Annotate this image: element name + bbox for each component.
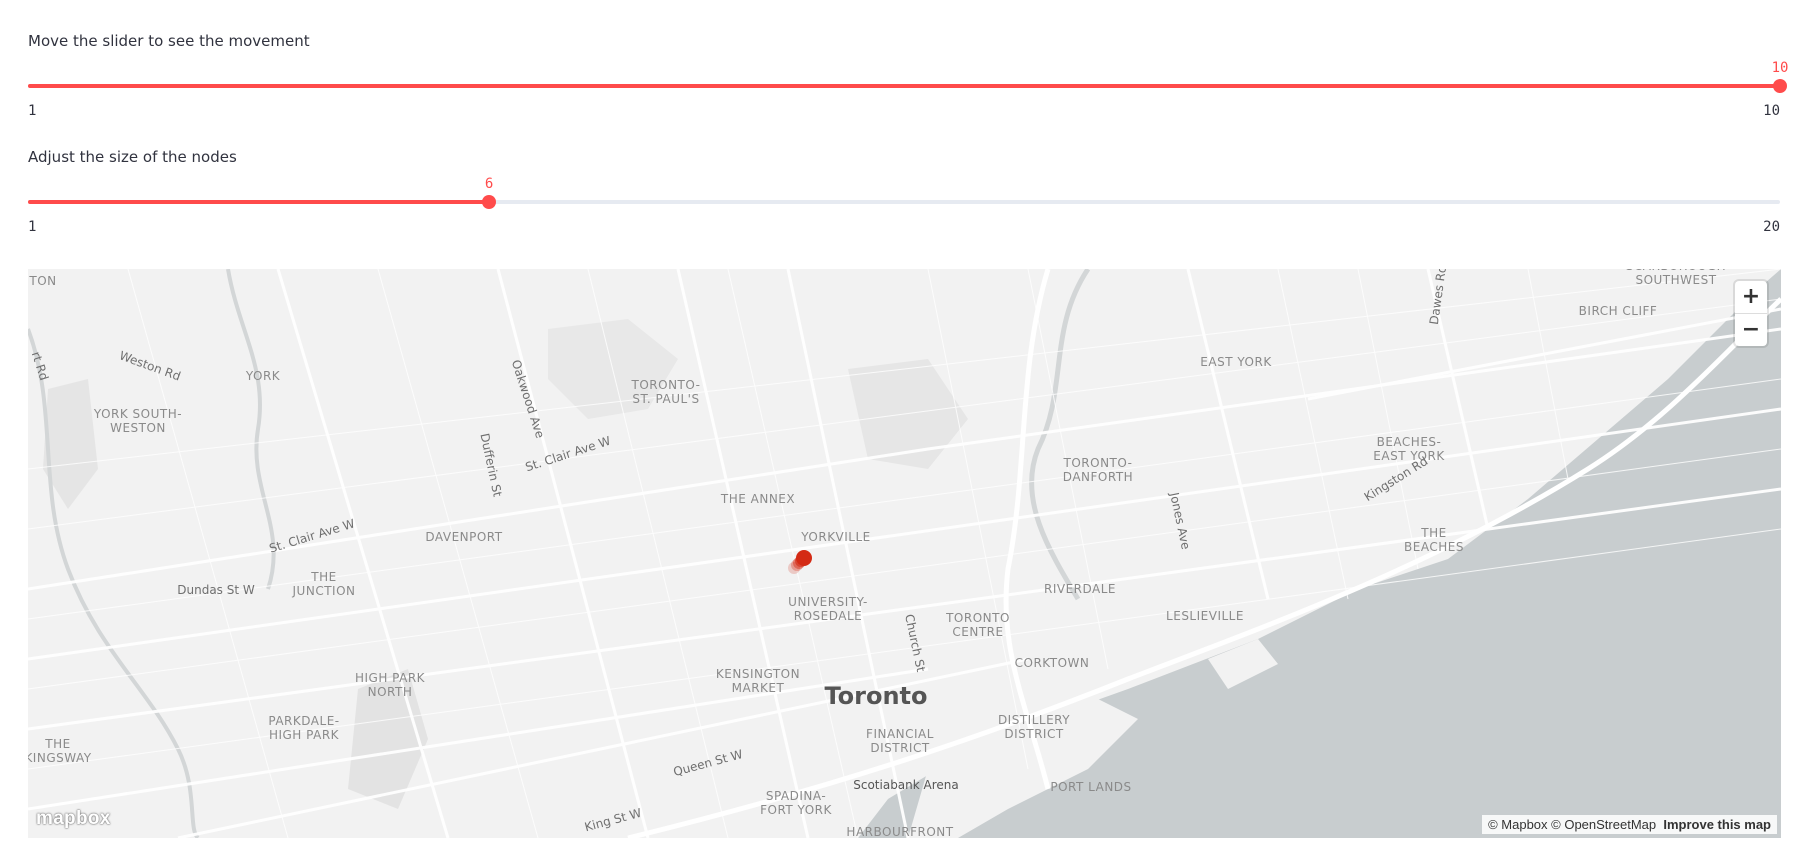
label-parkdale-high-park: PARKDALE- HIGH PARK: [268, 714, 340, 742]
label-distillery-district: DISTILLERY DISTRICT: [997, 713, 1071, 741]
label-davenport: DAVENPORT: [425, 530, 503, 544]
map-markers: [788, 550, 812, 574]
size-slider-thumb[interactable]: [482, 195, 497, 209]
zoom-in-button[interactable]: +: [1735, 281, 1767, 313]
label-spadina-fort-york: SPADINA- FORT YORK: [760, 789, 832, 817]
venue-scotiabank-arena: Scotiabank Arena: [853, 778, 959, 792]
label-the-kingsway: THE KINGSWAY: [28, 737, 92, 765]
movement-slider-max: 10: [1763, 103, 1780, 119]
label-toronto-danforth: TORONTO- DANFORTH: [1062, 456, 1134, 484]
attribution-text[interactable]: © Mapbox © OpenStreetMap: [1488, 817, 1656, 832]
size-slider-max: 20: [1763, 219, 1780, 235]
mapbox-logo[interactable]: mapbox: [36, 808, 111, 830]
label-university-rosedale: UNIVERSITY- ROSEDALE: [788, 595, 868, 623]
label-high-park-north: HIGH PARK NORTH: [354, 671, 426, 699]
size-slider-label: Adjust the size of the nodes: [28, 148, 237, 166]
label-kensington-market: KENSINGTON MARKET: [715, 667, 801, 695]
movement-slider-fill: [28, 84, 1780, 88]
label-east-york: EAST YORK: [1200, 355, 1272, 369]
label-yorkville: YORKVILLE: [801, 530, 871, 544]
map-canvas[interactable]: TON YORK YORK SOUTH- WESTON TORONTO- ST.…: [28, 269, 1781, 838]
map-attribution: © Mapbox © OpenStreetMap Improve this ma…: [1482, 815, 1777, 834]
movement-slider-label: Move the slider to see the movement: [28, 32, 310, 50]
label-the-annex: THE ANNEX: [720, 492, 796, 506]
city-label: Toronto: [824, 682, 928, 710]
label-riverdale: RIVERDALE: [1043, 582, 1117, 596]
label-ton: TON: [29, 274, 57, 288]
label-toronto-centre: TORONTO CENTRE: [946, 611, 1010, 639]
size-slider-fill: [28, 200, 490, 204]
movement-slider-track[interactable]: [28, 79, 1787, 93]
label-port-lands: PORT LANDS: [1050, 780, 1132, 794]
label-leslieville: LESLIEVILLE: [1166, 609, 1244, 623]
label-toronto-st-pauls: TORONTO- ST. PAUL'S: [631, 378, 701, 406]
size-slider-min: 1: [28, 219, 37, 235]
label-the-beaches: THE BEACHES: [1404, 526, 1464, 554]
movement-slider-min: 1: [28, 103, 37, 119]
mapbox-logo-text: mapbox: [36, 808, 111, 829]
movement-slider-thumb[interactable]: [1773, 79, 1787, 93]
label-birch-cliff: BIRCH CLIFF: [1578, 304, 1658, 318]
size-slider-track[interactable]: [28, 195, 1780, 209]
label-harbourfront: HARBOURFRONT: [846, 825, 954, 838]
label-corktown: CORKTOWN: [1014, 656, 1090, 670]
label-york-south-weston: YORK SOUTH- WESTON: [93, 407, 183, 435]
label-york: YORK: [245, 369, 281, 383]
improve-map-link[interactable]: Improve this map: [1663, 817, 1771, 832]
label-the-junction: THE JUNCTION: [292, 570, 356, 598]
zoom-controls: + −: [1735, 281, 1767, 346]
size-slider-block: Adjust the size of the nodes 6 1 20: [28, 146, 1780, 246]
label-beaches-east-york: BEACHES- EAST YORK: [1373, 435, 1445, 463]
size-slider-value: 6: [484, 176, 494, 192]
label-scarborough-southwest: SCARBOROUGH SOUTHWEST: [1626, 269, 1726, 287]
movement-slider-value: 10: [1771, 60, 1789, 76]
movement-slider-block: Move the slider to see the movement 10 1…: [28, 30, 1788, 130]
label-financial-district: FINANCIAL DISTRICT: [866, 727, 934, 755]
street-dundas-st-w: Dundas St W: [177, 583, 255, 597]
zoom-out-button[interactable]: −: [1735, 313, 1767, 346]
